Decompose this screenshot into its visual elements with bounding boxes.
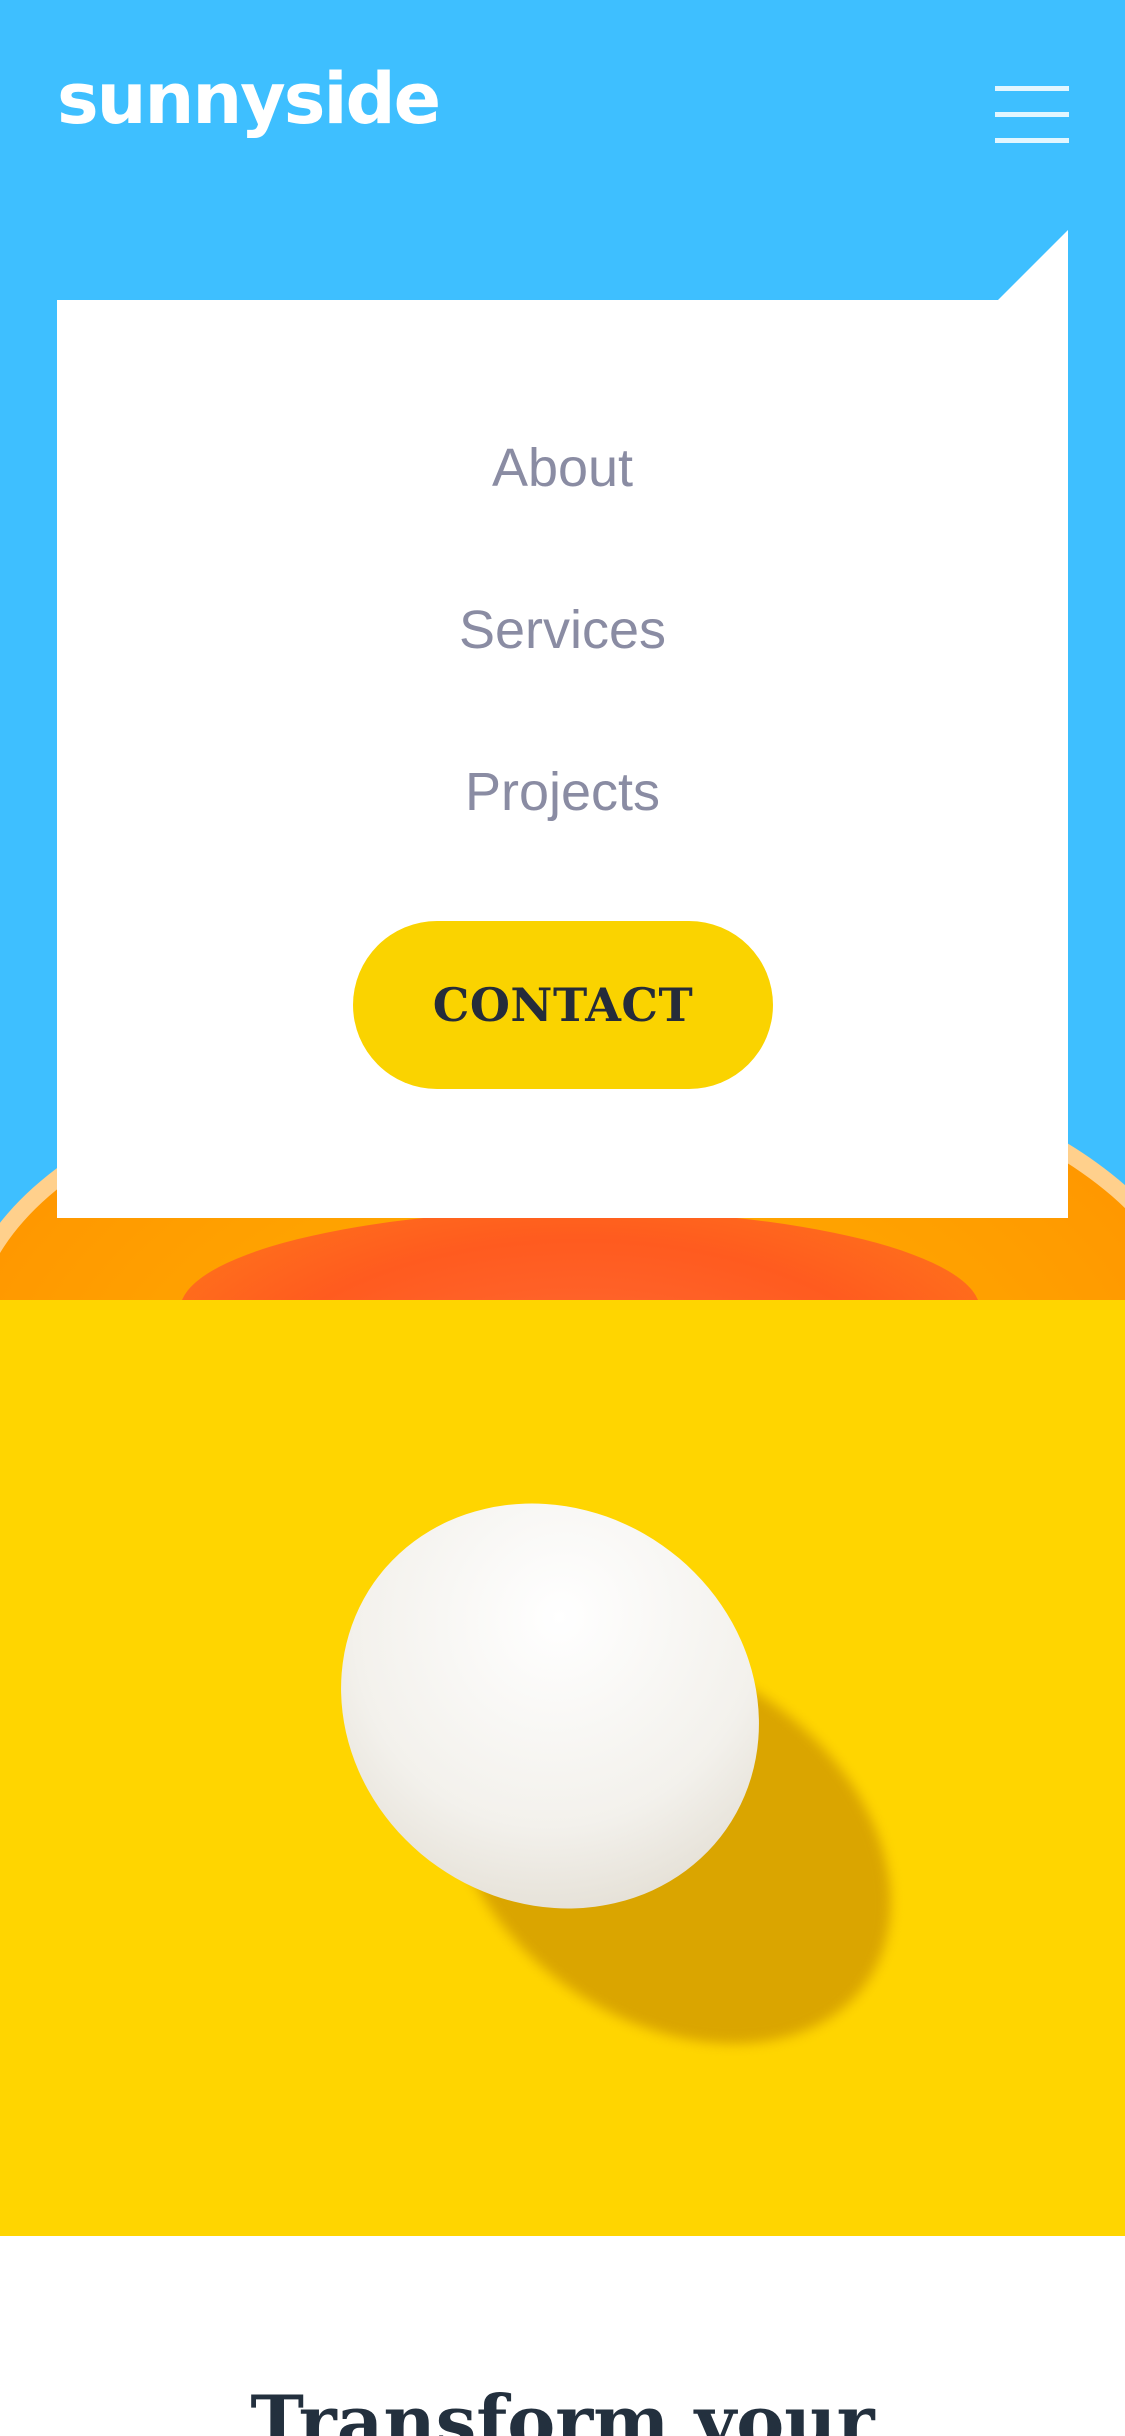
hamburger-menu-icon[interactable] [995, 86, 1069, 144]
section-headline: Transform your [250, 2379, 875, 2436]
hamburger-line-icon [995, 112, 1069, 117]
menu-pointer [998, 230, 1068, 300]
contact-button[interactable]: CONTACT [353, 921, 773, 1089]
hamburger-line-icon [995, 138, 1069, 143]
hamburger-line-icon [995, 86, 1069, 91]
content-section: Transform your [0, 2236, 1125, 2436]
mobile-menu-panel: About Services Projects CONTACT [57, 300, 1068, 1218]
hero-section: sunnyside About Services Projects CONTAC… [0, 0, 1125, 1300]
egg-image [0, 1300, 1125, 2236]
menu-item-projects[interactable]: Projects [57, 765, 1068, 819]
logo[interactable]: sunnyside [57, 64, 441, 134]
menu-item-about[interactable]: About [57, 441, 1068, 495]
menu-item-services[interactable]: Services [57, 603, 1068, 657]
